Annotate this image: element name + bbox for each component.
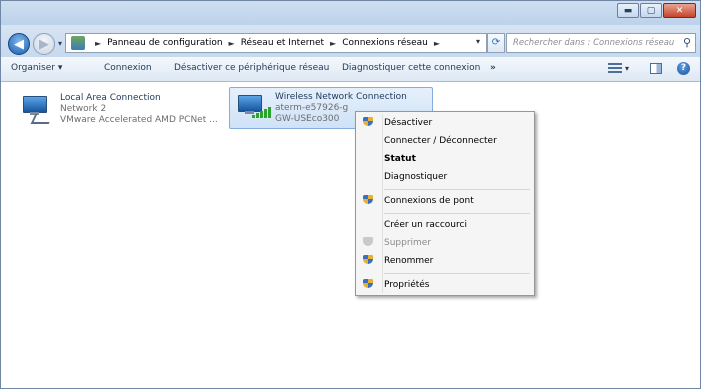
breadcrumb-network-internet[interactable]: Réseau et Internet [241,38,324,48]
breadcrumb: ► Panneau de configuration ► Réseau et I… [89,38,446,48]
connection-adapter: VMware Accelerated AMD PCNet ... [60,115,218,125]
menu-item-label: Renommer [384,256,434,266]
menu-separator [384,213,530,214]
back-button[interactable]: ◀ [8,33,30,55]
connection-adapter: GW-USEco300 [275,114,340,124]
search-input[interactable]: Rechercher dans : Connexions réseau ⚲ [506,33,696,53]
wired-network-icon [21,94,54,124]
breadcrumb-separator[interactable]: ► [229,39,235,48]
menu-item-rename[interactable]: Renommer [358,252,532,270]
list-item-local-area-connection[interactable]: Local Area Connection Network 2 VMware A… [15,89,225,129]
recent-pages-dropdown[interactable]: ▾ [58,39,62,48]
menu-item-label: Créer un raccourci [384,220,467,230]
forward-arrow-icon: ▶ [39,37,49,52]
menu-item-bridge-connections[interactable]: Connexions de pont [358,192,532,210]
menu-item-label: Statut [384,154,416,164]
connect-button[interactable]: Connexion [104,63,152,73]
menu-item-diagnose[interactable]: Diagnostiquer [358,168,532,186]
menu-item-label: Supprimer [384,238,432,248]
connection-name: Local Area Connection [60,93,161,103]
explorer-window: ▬ ▢ ✕ ◀ ▶ ▾ ► Panneau de configuration ►… [0,0,701,389]
menu-item-label: Désactiver [384,118,433,128]
more-commands-button[interactable]: » [490,63,496,73]
breadcrumb-separator[interactable]: ► [330,39,336,48]
menu-item-label: Propriétés [384,280,430,290]
menu-item-create-shortcut[interactable]: Créer un raccourci [358,216,532,234]
forward-button[interactable]: ▶ [33,33,55,55]
connection-network: aterm-e57926-g [275,103,349,113]
uac-shield-icon [363,237,373,249]
minimize-button[interactable]: ▬ [617,3,639,18]
connection-name: Wireless Network Connection [275,92,407,102]
menu-item-connect-disconnect[interactable]: Connecter / Déconnecter [358,132,532,150]
menu-item-status[interactable]: Statut [358,150,532,168]
menu-item-disable[interactable]: Désactiver [358,114,532,132]
command-bar: Organiser ▾ Connexion Désactiver ce péri… [1,57,700,82]
address-dropdown-icon[interactable]: ▾ [476,37,480,46]
diagnose-connection-button[interactable]: Diagnostiquer cette connexion [342,63,480,73]
search-icon[interactable]: ⚲ [683,36,691,49]
help-icon[interactable]: ? [677,62,690,75]
address-bar[interactable]: ► Panneau de configuration ► Réseau et I… [65,33,487,53]
close-button[interactable]: ✕ [663,3,696,18]
address-row: ◀ ▶ ▾ ► Panneau de configuration ► Résea… [1,25,700,57]
disable-device-button[interactable]: Désactiver ce périphérique réseau [174,63,329,73]
menu-item-delete: Supprimer [358,234,532,252]
connections-list: Local Area Connection Network 2 VMware A… [1,82,700,388]
organize-menu-button[interactable]: Organiser ▾ [11,63,62,73]
menu-item-label: Connecter / Déconnecter [384,136,497,146]
uac-shield-icon [363,255,373,267]
refresh-icon: ⟳ [491,37,501,48]
context-menu: Désactiver Connecter / Déconnecter Statu… [355,111,535,296]
menu-item-label: Connexions de pont [384,196,474,206]
menu-item-label: Diagnostiquer [384,172,448,182]
menu-item-properties[interactable]: Propriétés [358,276,532,294]
search-placeholder: Rechercher dans : Connexions réseau [513,38,675,48]
refresh-button[interactable]: ⟳ [487,33,505,53]
wireless-network-icon [236,93,271,121]
connection-network: Network 2 [60,104,107,114]
control-panel-icon [71,36,85,50]
menu-separator [384,189,530,190]
view-dropdown-icon[interactable]: ▾ [625,64,629,73]
breadcrumb-network-connections[interactable]: Connexions réseau [342,38,428,48]
uac-shield-icon [363,279,373,291]
uac-shield-icon [363,117,373,129]
maximize-button[interactable]: ▢ [640,3,662,18]
title-bar: ▬ ▢ ✕ [1,1,700,25]
breadcrumb-control-panel[interactable]: Panneau de configuration [107,38,222,48]
window-controls: ▬ ▢ ✕ [616,3,696,18]
breadcrumb-separator[interactable]: ► [95,39,101,48]
breadcrumb-separator[interactable]: ► [434,39,440,48]
uac-shield-icon [363,195,373,207]
preview-pane-icon[interactable] [650,63,662,74]
back-arrow-icon: ◀ [14,37,24,52]
change-view-icon[interactable] [608,63,622,75]
menu-separator [384,273,530,274]
